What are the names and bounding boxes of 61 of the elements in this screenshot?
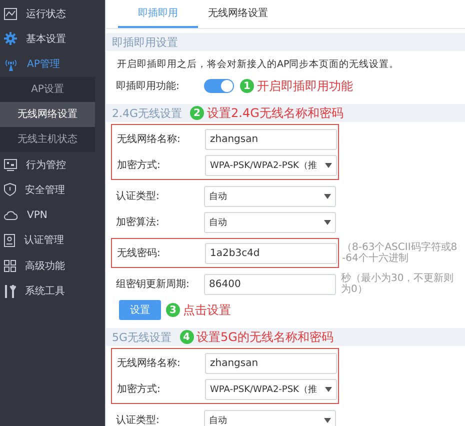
sidebar-item[interactable]: VPN: [0, 202, 105, 228]
annotation-text: 点击设置: [183, 302, 231, 318]
caret-icon: [324, 194, 331, 198]
field-label: 无线网络名称:: [117, 132, 182, 146]
field-label: 认证类型:: [116, 414, 160, 426]
monitor-icon: [4, 158, 17, 171]
caret-icon: [325, 162, 332, 168]
sidebar-item[interactable]: AP管理: [0, 52, 105, 77]
step-number-badge: 3: [166, 303, 180, 317]
step-number-badge: 2: [190, 106, 204, 120]
input-field[interactable]: 1a2b3c4d: [205, 242, 337, 264]
sidebar-subitem[interactable]: 无线网络设置: [0, 102, 95, 127]
sidebar-item[interactable]: 高级功能: [0, 253, 105, 278]
section-title: 2.4G无线设置: [112, 106, 182, 120]
field-label: 认证类型:: [116, 190, 160, 203]
settings-icon: [4, 32, 17, 46]
field-label: 组密钥更新周期:: [116, 278, 190, 291]
sidebar-item[interactable]: 安全管理: [0, 177, 105, 202]
dropdown[interactable]: WPA-PSK/WPA2-PSK（推: [205, 378, 337, 400]
field-label: 无线网络名称:: [117, 356, 182, 370]
annotation-text: 设置5G的无线名称和密码: [196, 328, 334, 346]
field-label: 加密算法:: [116, 216, 160, 229]
field-label: 即插即用功能:: [116, 80, 180, 93]
description-text: 开启即插即用之后，将会对新接入的AP同步本页面的无线设置。: [116, 58, 400, 72]
sidebar-item[interactable]: 系统工具: [0, 278, 105, 304]
sidebar-subitem[interactable]: AP设置: [0, 76, 95, 102]
hint-text: 秒（最小为30，不更新则为0）: [341, 273, 455, 295]
id-card-icon: [4, 234, 15, 247]
field-label: 加密方式:: [117, 382, 162, 396]
section-title: 5G无线设置: [112, 330, 172, 344]
caret-icon: [324, 220, 331, 224]
sidebar-subitem[interactable]: 无线主机状态: [0, 126, 95, 152]
input-field[interactable]: zhangsan: [205, 128, 337, 150]
toggle-switch[interactable]: [204, 79, 234, 93]
field-label: 无线密码:: [117, 246, 162, 260]
shield-icon: [4, 183, 16, 196]
hint-text: （8-63个ASCII码字符或8-64个十六进制: [342, 242, 458, 264]
tools-icon: [4, 284, 16, 298]
sidebar-item[interactable]: 基本设置: [0, 26, 105, 52]
input-field[interactable]: zhangsan: [205, 352, 337, 374]
line-chart-icon: [4, 8, 17, 20]
caret-icon: [324, 418, 331, 422]
dropdown[interactable]: 自动: [204, 410, 336, 426]
access-point-icon: [4, 58, 18, 71]
step-number-badge: 1: [240, 79, 254, 93]
dropdown[interactable]: 自动: [204, 186, 336, 206]
dropdown[interactable]: 自动: [204, 212, 336, 232]
sidebar-item[interactable]: 运行状态: [0, 1, 105, 26]
input-field[interactable]: 86400: [204, 274, 336, 294]
grid-icon: [4, 260, 16, 272]
cloud-icon: [4, 210, 18, 221]
sidebar-item[interactable]: 行为管控: [0, 152, 105, 178]
field-label: 加密方式:: [117, 158, 162, 172]
section-title: 即插即用设置: [112, 34, 178, 50]
tab[interactable]: 无线网络设置: [198, 0, 278, 28]
step-number-badge: 4: [180, 330, 194, 344]
dropdown[interactable]: WPA-PSK/WPA2-PSK（推: [205, 154, 337, 176]
caret-icon: [325, 386, 332, 392]
annotation-text: 设置2.4G无线名称和密码: [207, 104, 344, 122]
annotation-text: 开启即插即用功能: [257, 78, 353, 94]
sidebar-item[interactable]: 认证管理: [0, 228, 105, 254]
